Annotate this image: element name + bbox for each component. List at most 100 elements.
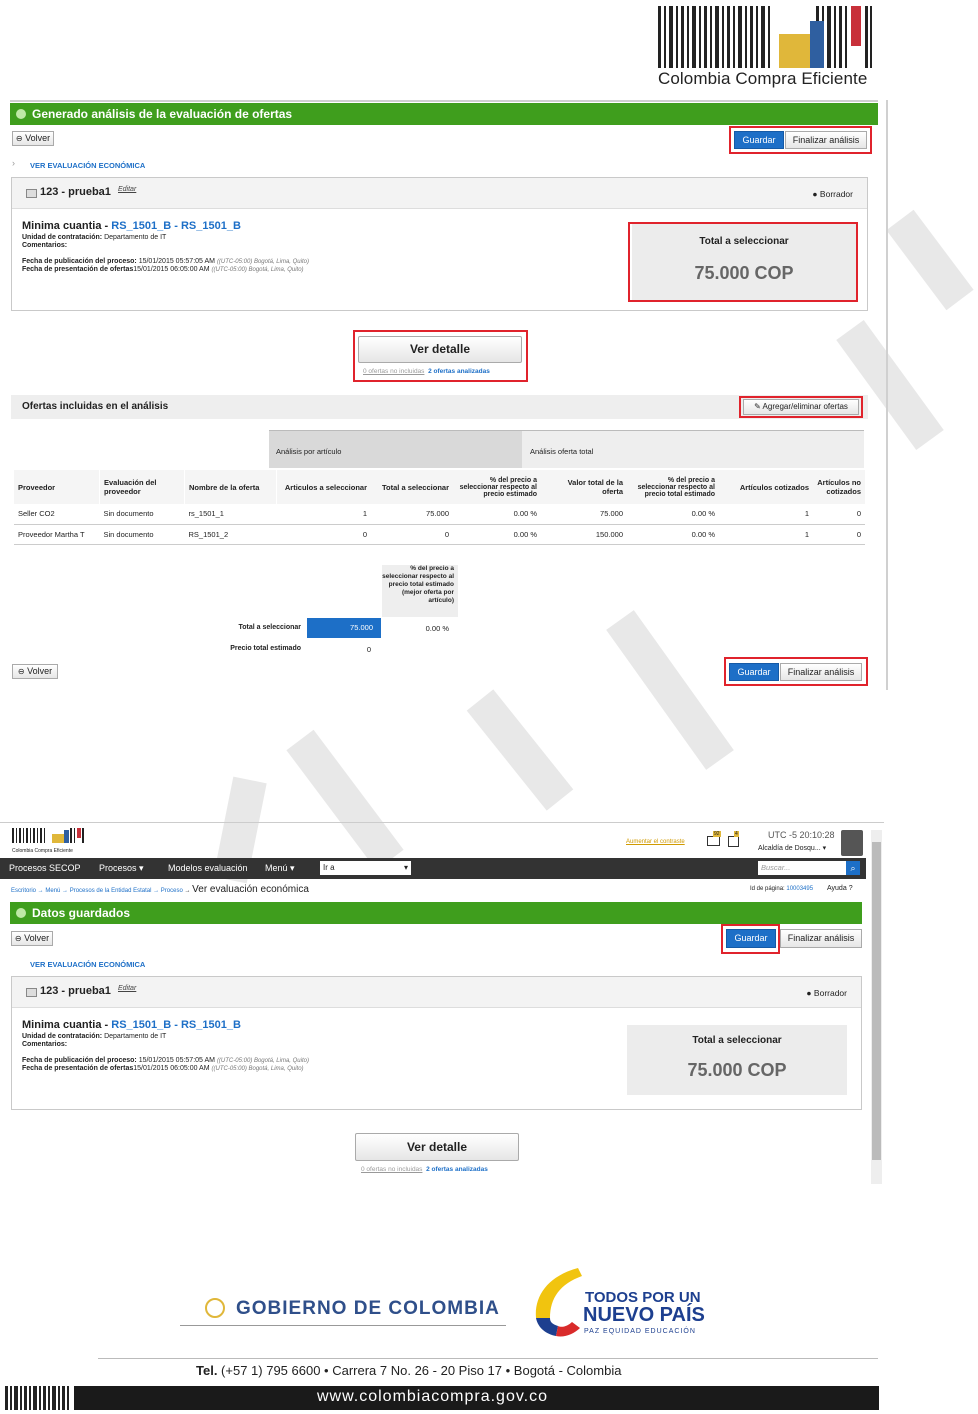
search-input[interactable]: Buscar... [758,861,846,875]
process-details-2: Unidad de contratación: Departamento de … [22,1033,309,1073]
saved-banner: Datos guardados [10,902,862,924]
saved-banner-text: Datos guardados [32,906,131,920]
view-detail-button[interactable]: Ver detalle [358,336,522,363]
crumb-procesos[interactable]: Procesos de la Entidad Estatal [70,888,152,894]
nuevo-pais-logo [535,1268,582,1337]
page-id: Id de página: 10003495 [750,886,813,892]
entity-name: Alcaldía de Dosqu... [758,845,821,852]
save-button-2[interactable]: Guardar [726,929,776,948]
mail-icon[interactable] [707,836,720,846]
add-remove-offers-button[interactable]: ✎ Agregar/eliminar ofertas [743,399,859,415]
col-total[interactable]: Total a seleccionar [371,470,453,504]
cell: 1 [719,524,813,545]
table-header-row: Proveedor Evaluación del proveedor Nombr… [14,470,865,504]
crumb-escritorio[interactable]: Escritorio [11,888,36,894]
process-refs[interactable]: RS_1501_B - RS_1501_B [111,220,241,232]
back-arrow-icon: ⊖ [14,934,22,943]
edit-link[interactable]: Editar [118,186,136,193]
process-refs[interactable]: RS_1501_B - RS_1501_B [111,1019,241,1031]
save-button[interactable]: Guardar [734,131,784,149]
gov-logo [205,1298,225,1318]
help-icon: ? [848,885,853,892]
caret-down-icon: ▾ [403,863,408,872]
chevron-right-icon: › [12,158,15,168]
process-title-2: 123 - prueba1 [40,985,111,997]
highlight-total [628,222,858,302]
analyzed-link[interactable]: 2 ofertas analizadas [426,1166,488,1173]
contrast-link[interactable]: Aumentar el contraste [626,839,685,845]
edit-link-2[interactable]: Editar [118,985,136,992]
back-button[interactable]: ⊖ Volver [12,131,54,146]
pres-label: Fecha de presentación de ofertas [22,1065,134,1072]
save-button-bottom[interactable]: Guardar [729,663,779,681]
col-offer-value[interactable]: Valor total de la oferta [541,470,627,504]
scroll-edge [886,100,888,690]
summary-header: % del precio a seleccionar respecto al p… [382,565,458,617]
url-bar: www.colombiacompra.gov.co [74,1386,879,1410]
analyzed-link[interactable]: 2 ofertas analizadas [428,368,490,375]
edit-icon: ✎ [754,402,761,411]
pub-tz: ((UTC-05:00) Bogotá, Lima, Quito) [216,259,309,265]
col-not-quoted[interactable]: Artículos no cotizados [813,470,865,504]
view-detail-button-2[interactable]: Ver detalle [355,1133,519,1161]
finish-analysis-button[interactable]: Finalizar análisis [785,131,867,149]
process-type: Minima cuantia - [22,1019,112,1031]
tasks-icon[interactable] [728,836,739,847]
scrollbar[interactable] [871,830,882,1184]
back-arrow-icon: ⊖ [15,134,23,143]
table-row[interactable]: Proveedor Martha T Sin documento RS_1501… [14,524,865,545]
cell: Seller CO2 [14,504,100,525]
section-link-2[interactable]: VER EVALUACIÓN ECONÓMICA [30,960,145,969]
summary-est-value: 0 [366,645,371,654]
nav-procesos[interactable]: Procesos ▾ [99,863,144,874]
cell: Proveedor Martha T [14,524,100,545]
mail-badge: 92 [713,831,721,837]
entity-selector[interactable]: Alcaldía de Dosqu... ▾ [758,844,826,852]
col-quoted[interactable]: Artículos cotizados [719,470,813,504]
col-provider[interactable]: Proveedor [14,470,100,504]
screenshot-analysis: Generado análisis de la evaluación de of… [10,100,888,690]
col-pct-total[interactable]: % del precio a seleccionar respecto al p… [627,470,719,504]
goto-select[interactable]: Ir a ▾ [320,861,411,875]
pres-value: 15/01/2015 06:05:00 AM [133,266,212,273]
folder-icon [26,189,37,198]
finish-analysis-button-bottom[interactable]: Finalizar análisis [780,663,862,681]
brand-name-small: Colombia Compra Eficiente [12,848,73,854]
website-url[interactable]: www.colombiacompra.gov.co [317,1388,548,1406]
section-link[interactable]: VER EVALUACIÓN ECONÓMICA [30,161,145,170]
col-pct[interactable]: % del precio a seleccionar respecto al p… [453,470,541,504]
nav-menu[interactable]: Menú ▾ [265,863,295,874]
scrollbar-thumb[interactable] [872,842,881,1160]
folder-icon [26,988,37,997]
table-row[interactable]: Seller CO2 Sin documento rs_1501_1 1 75.… [14,504,865,525]
pub-label: Fecha de publicación del proceso: [22,1057,137,1064]
col-offer-name[interactable]: Nombre de la oferta [184,470,277,504]
not-included-link[interactable]: 0 ofertas no incluidas [363,368,424,375]
tel-label: Tel. [196,1363,218,1378]
brand-logo [658,6,872,68]
total-label: Total a seleccionar [692,1035,782,1046]
nav-procesos-secop[interactable]: Procesos SECOP [9,863,81,873]
search-icon[interactable]: ⌕ [846,861,860,875]
cell: RS_1501_2 [184,524,277,545]
summary-est-label: Precio total estimado [230,645,301,652]
crumb-menu[interactable]: Menú [45,888,60,894]
pub-label: Fecha de publicación del proceso: [22,258,137,265]
slogan-line3: PAZ EQUIDAD EDUCACIÓN [584,1328,696,1335]
col-articles[interactable]: Articulos a seleccionar [277,470,372,504]
back-arrow-icon: ⊖ [17,667,25,676]
crumb-proceso[interactable]: Proceso [161,888,183,894]
back-button-2[interactable]: ⊖ Volver [11,931,53,946]
total-box-2: Total a seleccionar 75.000 COP [627,1025,847,1095]
comments-label: Comentarios: [22,242,68,249]
nav-modelos[interactable]: Modelos evaluación [168,863,248,873]
not-included-link[interactable]: 0 ofertas no incluidas [361,1166,422,1173]
help-link[interactable]: Ayuda ? [827,885,853,892]
finish-analysis-button-2[interactable]: Finalizar análisis [780,929,862,948]
col-evaluation[interactable]: Evaluación del proveedor [99,470,185,504]
cell: 0 [371,524,453,545]
back-button-bottom[interactable]: ⊖ Volver [12,664,58,679]
summary-header-text: % del precio a seleccionar respecto al p… [382,565,454,604]
cell: 0 [813,504,865,525]
user-avatar[interactable] [841,830,863,856]
